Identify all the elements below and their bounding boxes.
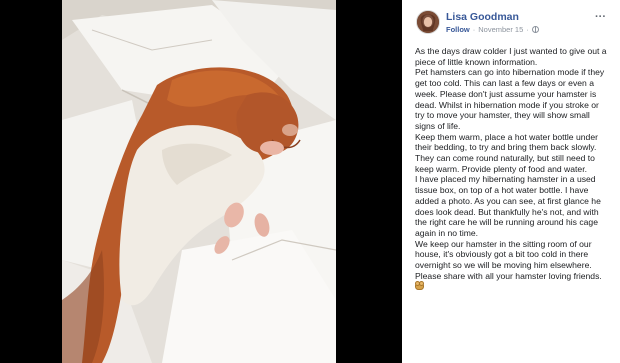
post-paragraph: Pet hamsters can go into hibernation mod… xyxy=(415,67,605,131)
post-text: As the days draw colder I just wanted to… xyxy=(410,46,612,293)
hamster-face-icon xyxy=(415,281,424,291)
post-side-panel: Lisa Goodman Follow · November 15 · ··· … xyxy=(402,0,620,363)
author-name-link[interactable]: Lisa Goodman xyxy=(446,11,519,23)
post-paragraph: I have placed my hibernating hamster in … xyxy=(415,174,601,238)
post-paragraph: Please share with all your hamster lovin… xyxy=(415,270,602,281)
more-options-icon[interactable]: ··· xyxy=(595,12,606,23)
post-paragraph: As the days draw colder I just wanted to… xyxy=(415,46,607,67)
post-header: Lisa Goodman Follow · November 15 · ··· xyxy=(410,8,612,36)
post-paragraph: We keep our hamster in the sitting room … xyxy=(415,238,592,271)
post-meta: Follow · November 15 · xyxy=(446,25,539,34)
follow-link[interactable]: Follow xyxy=(446,25,470,34)
post-date[interactable]: November 15 xyxy=(478,25,523,34)
globe-icon xyxy=(531,26,539,33)
hamster-photo-image xyxy=(62,0,336,363)
post-photo[interactable] xyxy=(62,0,336,363)
meta-separator-2: · xyxy=(526,25,529,34)
author-avatar[interactable] xyxy=(416,10,440,34)
photo-viewer: Lisa Goodman Follow · November 15 · ··· … xyxy=(0,0,620,363)
post-paragraph: Keep them warm, place a hot water bottle… xyxy=(415,131,598,174)
avatar-image xyxy=(417,11,439,33)
meta-separator: · xyxy=(472,25,476,34)
